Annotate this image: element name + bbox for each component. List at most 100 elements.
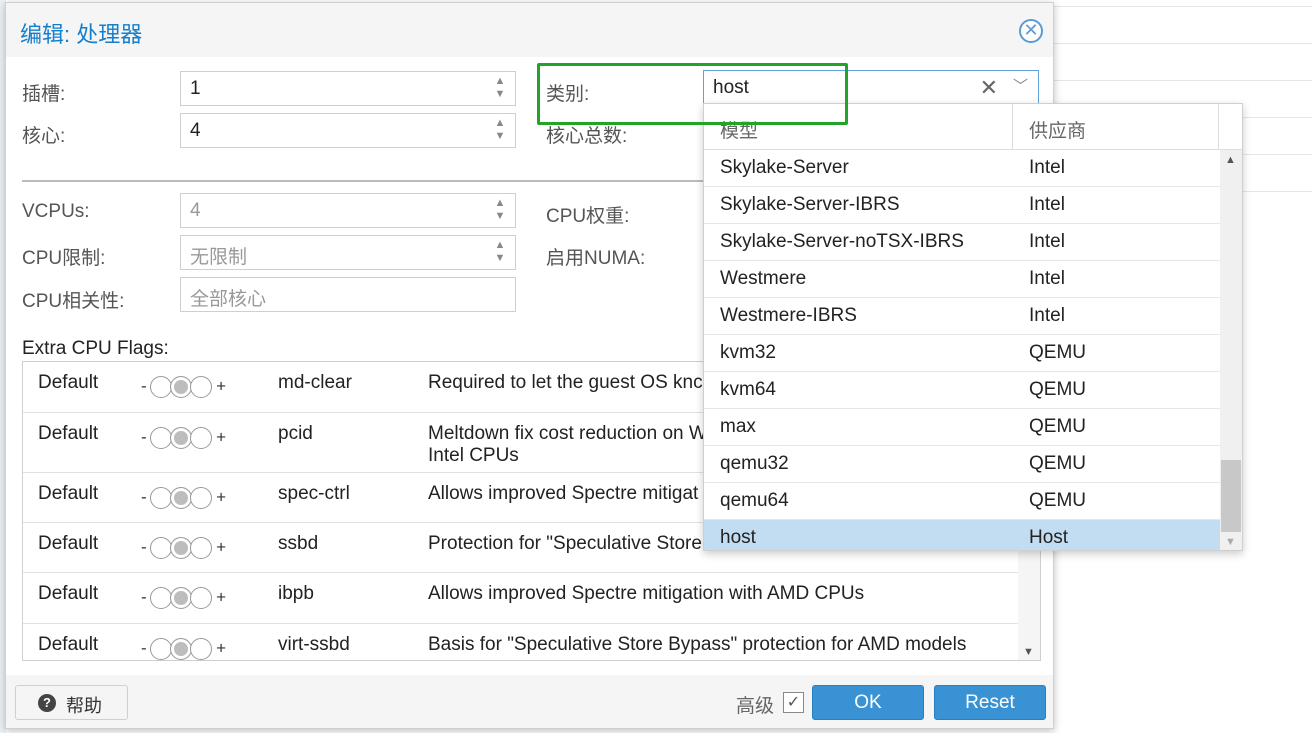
default-radio[interactable] xyxy=(170,638,193,660)
column-divider xyxy=(1218,104,1219,150)
advanced-checkbox[interactable]: ✓ xyxy=(783,692,804,713)
cpu-limit-spinner[interactable]: ▲ ▼ xyxy=(493,239,507,266)
vcpus-spinner[interactable]: ▲ ▼ xyxy=(493,197,507,224)
off-radio[interactable] xyxy=(150,537,173,559)
flag-toggle[interactable]: - + xyxy=(141,638,226,660)
spin-up-icon[interactable]: ▲ xyxy=(493,239,507,252)
close-icon[interactable]: ✕ xyxy=(1019,19,1043,43)
off-radio[interactable] xyxy=(150,427,173,449)
spin-up-icon[interactable]: ▲ xyxy=(493,117,507,130)
spin-down-icon[interactable]: ▼ xyxy=(493,252,507,265)
default-radio[interactable] xyxy=(170,376,193,398)
list-item[interactable]: Skylake-Server-noTSX-IBRS Intel xyxy=(704,224,1220,261)
help-label: 帮助 xyxy=(66,696,102,716)
cpu-limit-value: 无限制 xyxy=(190,247,248,268)
model-cell: host xyxy=(720,527,756,548)
spin-down-icon[interactable]: ▼ xyxy=(493,130,507,143)
model-cell: Westmere-IBRS xyxy=(720,305,857,326)
vcpus-field[interactable]: 4 ▲ ▼ xyxy=(180,193,516,228)
on-radio[interactable] xyxy=(190,537,213,559)
scroll-up-icon[interactable]: ▲ xyxy=(1225,154,1236,166)
model-cell: kvm64 xyxy=(720,379,776,400)
minus-label: - xyxy=(141,427,147,447)
default-radio[interactable] xyxy=(170,427,193,449)
on-radio[interactable] xyxy=(190,638,213,660)
cores-spinner[interactable]: ▲ ▼ xyxy=(493,117,507,144)
clear-icon[interactable]: ✕ xyxy=(980,75,998,101)
default-radio[interactable] xyxy=(170,537,193,559)
picker-scrollbar[interactable]: ▲ ▼ xyxy=(1220,150,1242,550)
spin-down-icon[interactable]: ▼ xyxy=(493,210,507,223)
list-item[interactable]: qemu64 QEMU xyxy=(704,483,1220,520)
off-radio[interactable] xyxy=(150,587,173,609)
on-radio[interactable] xyxy=(190,587,213,609)
list-item[interactable]: Westmere-IBRS Intel xyxy=(704,298,1220,335)
list-item-selected[interactable]: host Host xyxy=(704,520,1220,550)
default-radio[interactable] xyxy=(170,587,193,609)
flag-name: ssbd xyxy=(278,533,319,554)
vendor-cell: QEMU xyxy=(1029,416,1086,437)
off-radio[interactable] xyxy=(150,376,173,398)
model-cell: Westmere xyxy=(720,268,807,289)
spin-up-icon[interactable]: ▲ xyxy=(493,197,507,210)
off-radio[interactable] xyxy=(150,487,173,509)
model-cell: max xyxy=(720,416,756,437)
scroll-down-icon[interactable]: ▼ xyxy=(1023,646,1034,658)
cores-field[interactable]: 4 ▲ ▼ xyxy=(180,113,516,148)
list-item[interactable]: Skylake-Server Intel xyxy=(704,150,1220,187)
background-row xyxy=(1040,6,1312,43)
cpu-limit-label: CPU限制: xyxy=(22,248,106,269)
default-radio[interactable] xyxy=(170,487,193,509)
affinity-field[interactable]: 全部核心 xyxy=(180,277,516,312)
minus-label: - xyxy=(141,376,147,396)
flag-state: Default xyxy=(38,423,99,444)
list-item[interactable]: max QEMU xyxy=(704,409,1220,446)
extra-flags-label: Extra CPU Flags: xyxy=(22,338,169,359)
vendor-cell: Intel xyxy=(1029,194,1065,215)
dialog-footer: ? 帮助 高级 ✓ OK Reset xyxy=(6,675,1053,728)
dialog-title: 编辑: 处理器 xyxy=(20,22,143,47)
table-row: Default - + virt-ssbd Basis for "Specula… xyxy=(23,624,1018,660)
on-radio[interactable] xyxy=(190,376,213,398)
plus-label: + xyxy=(216,487,227,507)
flag-name: md-clear xyxy=(278,372,352,393)
list-item[interactable]: Skylake-Server-IBRS Intel xyxy=(704,187,1220,224)
sockets-field[interactable]: 1 ▲ ▼ xyxy=(180,71,516,106)
list-item[interactable]: qemu32 QEMU xyxy=(704,446,1220,483)
model-cell: Skylake-Server-IBRS xyxy=(720,194,900,215)
flag-name: spec-ctrl xyxy=(278,483,350,504)
flag-state: Default xyxy=(38,533,99,554)
flag-name: ibpb xyxy=(278,583,314,604)
sockets-spinner[interactable]: ▲ ▼ xyxy=(493,75,507,102)
scroll-down-icon[interactable]: ▼ xyxy=(1225,536,1236,548)
help-button[interactable]: ? 帮助 xyxy=(15,685,128,720)
flag-toggle[interactable]: - + xyxy=(141,376,226,398)
background-row xyxy=(1040,43,1312,80)
chevron-down-icon[interactable]: ﹀ xyxy=(1013,75,1028,96)
off-radio[interactable] xyxy=(150,638,173,660)
vendor-cell: Intel xyxy=(1029,268,1065,289)
list-item[interactable]: Westmere Intel xyxy=(704,261,1220,298)
flag-toggle[interactable]: - + xyxy=(141,537,226,559)
flag-description-line: Meltdown fix cost reduction on W xyxy=(428,423,707,444)
scrollbar-thumb[interactable] xyxy=(1221,460,1241,532)
reset-button[interactable]: Reset xyxy=(934,685,1046,720)
plus-label: + xyxy=(216,376,227,396)
spin-down-icon[interactable]: ▼ xyxy=(493,88,507,101)
vendor-cell: QEMU xyxy=(1029,453,1086,474)
ok-button[interactable]: OK xyxy=(812,685,924,720)
vendor-cell: Intel xyxy=(1029,231,1065,252)
list-item[interactable]: kvm32 QEMU xyxy=(704,335,1220,372)
list-item[interactable]: kvm64 QEMU xyxy=(704,372,1220,409)
vendor-cell: QEMU xyxy=(1029,342,1086,363)
cpu-type-picker: 模型 供应商 Skylake-Server Intel Skylake-Serve… xyxy=(703,103,1243,551)
spin-up-icon[interactable]: ▲ xyxy=(493,75,507,88)
flag-toggle[interactable]: - + xyxy=(141,587,226,609)
column-header-vendor[interactable]: 供应商 xyxy=(1029,116,1086,143)
on-radio[interactable] xyxy=(190,487,213,509)
on-radio[interactable] xyxy=(190,427,213,449)
help-icon: ? xyxy=(38,694,56,712)
flag-toggle[interactable]: - + xyxy=(141,427,226,449)
cpu-limit-field[interactable]: 无限制 ▲ ▼ xyxy=(180,235,516,270)
flag-toggle[interactable]: - + xyxy=(141,487,226,509)
